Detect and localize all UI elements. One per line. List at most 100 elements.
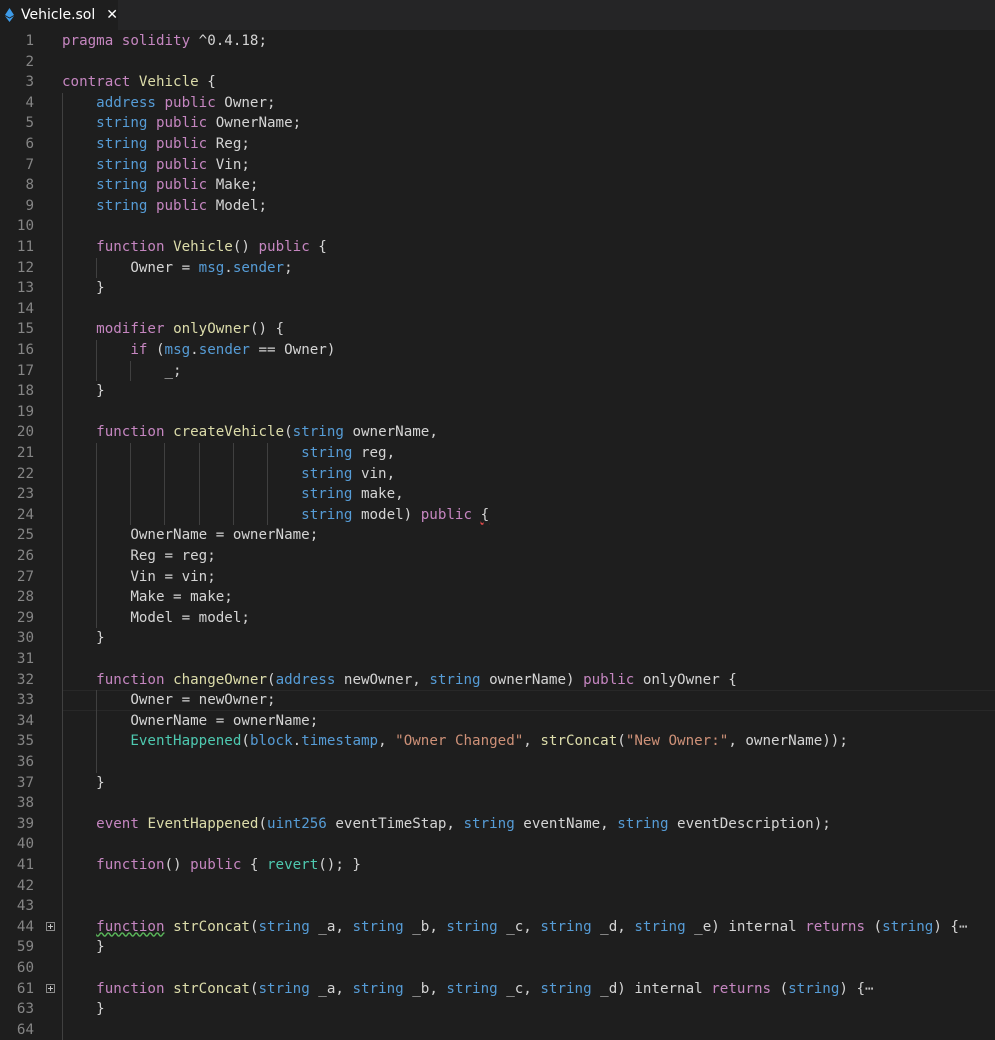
code-token: string bbox=[617, 815, 669, 832]
code-line[interactable]: 12 Owner = msg.sender; bbox=[0, 258, 995, 279]
line-number: 5 bbox=[25, 115, 34, 132]
code-token: () { bbox=[249, 321, 285, 338]
close-icon[interactable]: ✕ bbox=[106, 7, 118, 23]
code-text: string public Make; bbox=[62, 175, 258, 196]
code-token: { bbox=[241, 857, 268, 873]
code-line[interactable]: 35 EventHappened(block.timestamp, "Owner… bbox=[0, 731, 995, 752]
code-line[interactable]: 59 } bbox=[0, 937, 995, 958]
code-text: } bbox=[62, 381, 105, 402]
line-number: 44 bbox=[16, 918, 34, 935]
fold-expand-icon[interactable] bbox=[46, 983, 55, 993]
code-line[interactable]: 41 function() public { revert(); } bbox=[0, 855, 995, 876]
line-number: 29 bbox=[16, 609, 34, 626]
code-line[interactable]: 24 string model) public { bbox=[0, 505, 995, 526]
code-line[interactable]: 28 Make = make; bbox=[0, 587, 995, 608]
code-line[interactable]: 14 bbox=[0, 299, 995, 320]
code-line[interactable]: 31 bbox=[0, 649, 995, 670]
code-line[interactable]: 36 bbox=[0, 752, 995, 773]
code-text: OwnerName = ownerName; bbox=[62, 525, 318, 546]
code-line[interactable]: 1 pragma solidity ^0.4.18; bbox=[0, 31, 995, 52]
fold-expand-icon[interactable] bbox=[46, 921, 55, 931]
code-line[interactable]: 39 event EventHappened(uint256 eventTime… bbox=[0, 814, 995, 835]
code-line[interactable]: 8 string public Make; bbox=[0, 175, 995, 196]
code-line[interactable]: 2 bbox=[0, 52, 995, 73]
code-token: public bbox=[155, 156, 208, 173]
code-line[interactable]: 22 string vin, bbox=[0, 464, 995, 485]
code-line[interactable]: 9 string public Model; bbox=[0, 196, 995, 217]
code-token: string bbox=[540, 980, 592, 997]
code-line[interactable]: 6 string public Reg; bbox=[0, 134, 995, 155]
code-token: vin, bbox=[352, 465, 396, 482]
code-token: } bbox=[62, 774, 105, 791]
code-token: _d) internal bbox=[591, 980, 712, 997]
code-line[interactable]: 64 bbox=[0, 1020, 995, 1040]
code-line[interactable]: 33 Owner = newOwner; bbox=[0, 690, 995, 711]
code-line[interactable]: 43 bbox=[0, 896, 995, 917]
code-token: _c, bbox=[497, 918, 541, 935]
line-number: 13 bbox=[16, 280, 34, 297]
code-line[interactable]: 10 bbox=[0, 216, 995, 237]
code-token: function bbox=[96, 671, 165, 688]
code-token: Vin = vin; bbox=[62, 568, 216, 585]
code-line[interactable]: 34 OwnerName = ownerName; bbox=[0, 711, 995, 732]
code-line[interactable]: 15 modifier onlyOwner() { bbox=[0, 319, 995, 340]
code-token: public bbox=[155, 197, 208, 214]
code-token: msg bbox=[198, 259, 225, 276]
tab-vehicle-sol[interactable]: Vehicle.sol ✕ bbox=[0, 0, 118, 30]
code-text: } bbox=[62, 937, 105, 958]
code-token: string bbox=[96, 115, 148, 132]
code-token: _; bbox=[62, 362, 182, 379]
code-line[interactable]: 19 bbox=[0, 402, 995, 423]
code-token: function bbox=[96, 239, 165, 255]
code-token: ⋯ bbox=[958, 918, 968, 935]
code-line[interactable]: 25 OwnerName = ownerName; bbox=[0, 525, 995, 546]
code-line[interactable]: 32 function changeOwner(address newOwner… bbox=[0, 670, 995, 691]
code-line[interactable]: 29 Model = model; bbox=[0, 608, 995, 629]
code-line[interactable]: 38 bbox=[0, 793, 995, 814]
code-line[interactable]: 44 function strConcat(string _a, string … bbox=[0, 917, 995, 938]
code-text: contract Vehicle { bbox=[62, 72, 216, 93]
code-line[interactable]: 7 string public Vin; bbox=[0, 155, 995, 176]
code-token: string bbox=[96, 136, 148, 152]
code-line[interactable]: 61 function strConcat(string _a, string … bbox=[0, 979, 995, 1000]
code-line[interactable]: 60 bbox=[0, 958, 995, 979]
code-line[interactable]: 21 string reg, bbox=[0, 443, 995, 464]
code-line[interactable]: 11 function Vehicle() public { bbox=[0, 237, 995, 258]
code-line[interactable]: 63 } bbox=[0, 999, 995, 1020]
code-token: Model; bbox=[207, 197, 268, 214]
code-line[interactable]: 30 } bbox=[0, 628, 995, 649]
code-token: Model = model; bbox=[62, 609, 250, 626]
code-line[interactable]: 13 } bbox=[0, 278, 995, 299]
code-token: onlyOwner bbox=[173, 321, 250, 338]
code-line[interactable]: 5 string public OwnerName; bbox=[0, 113, 995, 134]
code-line[interactable]: 17 _; bbox=[0, 361, 995, 382]
code-token: timestamp bbox=[301, 733, 379, 750]
code-line[interactable]: 4 address public Owner; bbox=[0, 93, 995, 114]
code-line[interactable]: 37 } bbox=[0, 773, 995, 794]
code-line[interactable]: 27 Vin = vin; bbox=[0, 567, 995, 588]
code-line[interactable]: 23 string make, bbox=[0, 484, 995, 505]
line-number: 26 bbox=[16, 548, 34, 564]
code-line[interactable]: 40 bbox=[0, 834, 995, 855]
code-line[interactable]: 20 function createVehicle(string ownerNa… bbox=[0, 422, 995, 443]
code-line[interactable]: 16 if (msg.sender == Owner) bbox=[0, 340, 995, 361]
code-editor[interactable]: 1 pragma solidity ^0.4.18; 2 3 contract Vehi… bbox=[0, 30, 995, 1040]
code-line[interactable]: 18 } bbox=[0, 381, 995, 402]
code-token: } bbox=[62, 630, 105, 647]
line-number: 23 bbox=[16, 486, 34, 503]
code-token: string bbox=[96, 156, 148, 173]
code-text: string vin, bbox=[62, 464, 395, 485]
code-line[interactable]: 26 Reg = reg; bbox=[0, 546, 995, 567]
code-line[interactable]: 42 bbox=[0, 876, 995, 897]
code-token: string bbox=[446, 918, 498, 935]
line-number: 41 bbox=[16, 857, 34, 873]
code-line[interactable]: 3 contract Vehicle { bbox=[0, 72, 995, 93]
code-token: newOwner, bbox=[335, 671, 430, 688]
